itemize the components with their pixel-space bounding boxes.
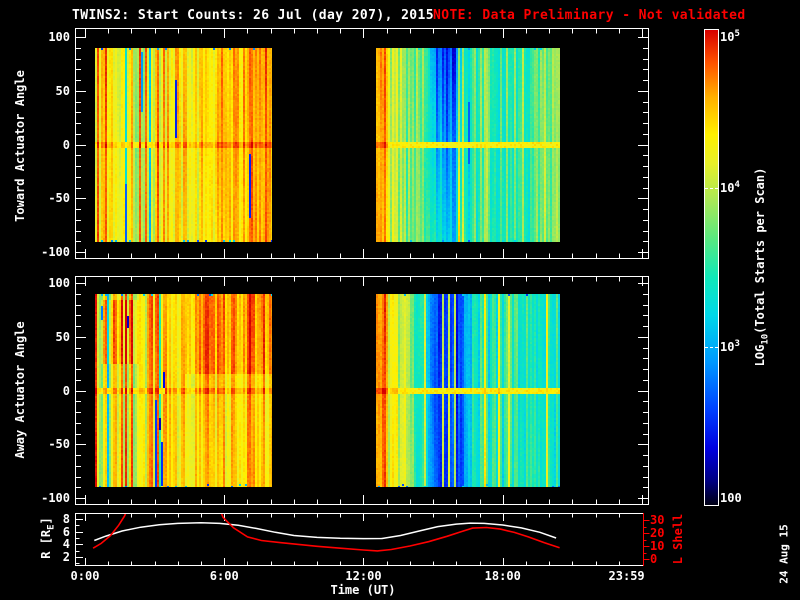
angle-tick-label: -100	[41, 245, 70, 259]
angle-tick-label: 50	[55, 83, 70, 98]
angle-tick-label: 100	[48, 30, 70, 44]
angle-tick-label: 100	[48, 276, 70, 290]
colorbar-tick-label: 104	[720, 180, 740, 196]
plot-title: TWINS2: Start Counts: 26 Jul (day 207), …	[72, 8, 434, 23]
time-tick-label: 6:00	[209, 569, 239, 583]
time-tick-label: 12:00	[345, 569, 382, 583]
lshell-tick-label: 20	[650, 526, 665, 540]
time-tick-label: 18:00	[484, 569, 521, 583]
date-stamp: 24 Aug 15	[777, 524, 791, 584]
angle-tick-label: -50	[48, 437, 70, 452]
colorbar	[704, 29, 719, 506]
away-spectrogram-block2	[376, 294, 560, 487]
toward-spectrogram-block1	[95, 48, 272, 242]
away-axis-label: Away Actuator Angle	[13, 321, 27, 459]
away-spectrogram-block1	[95, 294, 272, 487]
colorbar-tick-label: 103	[720, 338, 740, 354]
ephemeris-panel-frame	[75, 513, 644, 566]
lshell-axis-ticks-red	[642, 513, 650, 566]
time-tick-label: 0:00	[70, 569, 100, 583]
lshell-tick-label: 10	[650, 539, 665, 553]
angle-tick-label: 0	[62, 137, 70, 152]
lshell-axis-label: L Shell	[671, 513, 685, 565]
r-tick-label: 2	[62, 550, 70, 564]
preliminary-note: NOTE: Data Preliminary - Not validated	[433, 8, 746, 23]
angle-tick-label: -100	[41, 491, 70, 505]
angle-tick-label: -50	[48, 191, 70, 206]
colorbar-label: LOG10(Total Starts per Scan)	[753, 167, 771, 367]
angle-tick-label: 50	[55, 329, 70, 344]
time-tick-label: 23:59	[608, 569, 645, 583]
lshell-tick-label: 0	[650, 552, 658, 566]
angle-tick-label: 0	[62, 383, 70, 398]
colorbar-tick-label: 105	[720, 29, 740, 45]
toward-spectrogram-block2	[376, 48, 560, 242]
toward-axis-label: Toward Actuator Angle	[13, 70, 27, 222]
colorbar-tick-label: 100	[720, 491, 742, 505]
lshell-tick-label: 30	[650, 513, 665, 527]
colorbar-dash-1e4	[705, 188, 718, 189]
x-axis-label: Time (UT)	[330, 583, 396, 597]
colorbar-dash-1e3	[705, 347, 718, 348]
